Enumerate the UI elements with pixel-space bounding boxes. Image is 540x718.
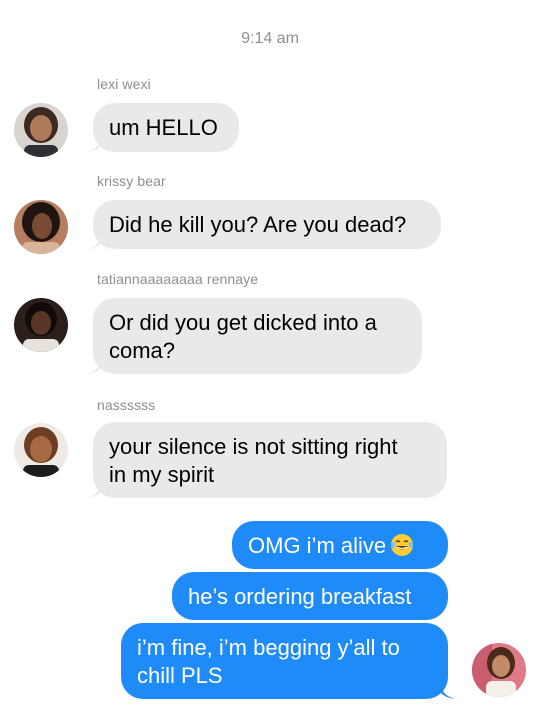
- sender-name: nassssss: [97, 397, 156, 413]
- message-text: um HELLO: [109, 115, 218, 140]
- contact-photo-icon: [472, 643, 526, 697]
- message-text-line: i’m fine, i’m begging y’all to: [137, 635, 400, 660]
- contact-photo-icon: [14, 298, 68, 352]
- message-bubble-incoming[interactable]: your silence is not sitting right in my …: [93, 422, 447, 498]
- sender-name: krissy bear: [97, 173, 166, 189]
- message-bubble-outgoing[interactable]: i’m fine, i’m begging y’all to chill PLS: [121, 623, 448, 699]
- message-text-line: chill PLS: [137, 663, 223, 688]
- message-bubble-outgoing[interactable]: he’s ordering breakfast: [172, 572, 448, 620]
- avatar[interactable]: [472, 643, 526, 697]
- message-text: Did he kill you? Are you dead?: [109, 212, 407, 237]
- message-text-line: coma?: [109, 338, 176, 363]
- sender-name: tatiannaaaaaaaa rennaye: [97, 271, 259, 287]
- avatar[interactable]: [14, 298, 68, 352]
- sender-name: lexi wexi: [97, 76, 151, 92]
- message-text-line: in my spirit: [109, 462, 215, 487]
- message-bubble-outgoing[interactable]: OMG i’m alive: [232, 521, 448, 569]
- message-text-line: your silence is not sitting right: [109, 434, 398, 459]
- message-bubble-incoming[interactable]: Or did you get dicked into a coma?: [93, 298, 422, 374]
- message-bubble-incoming[interactable]: Did he kill you? Are you dead?: [93, 200, 441, 249]
- message-text: OMG i’m alive: [248, 533, 387, 558]
- bubble-tail: [87, 482, 101, 498]
- bubble-tail: [87, 233, 101, 249]
- face-with-tears-of-joy-icon: [390, 534, 414, 556]
- contact-photo-icon: [14, 200, 68, 254]
- bubble-tail: [441, 683, 455, 699]
- message-text-line: Or did you get dicked into a: [109, 310, 377, 335]
- avatar[interactable]: [14, 423, 68, 477]
- avatar[interactable]: [14, 200, 68, 254]
- avatar[interactable]: [14, 103, 68, 157]
- message-text: he’s ordering breakfast: [188, 584, 412, 609]
- message-bubble-incoming[interactable]: um HELLO: [93, 103, 239, 152]
- timestamp: 9:14 am: [241, 30, 299, 47]
- bubble-tail: [87, 136, 101, 152]
- contact-photo-icon: [14, 103, 68, 157]
- contact-photo-icon: [14, 423, 68, 477]
- bubble-tail: [87, 358, 101, 374]
